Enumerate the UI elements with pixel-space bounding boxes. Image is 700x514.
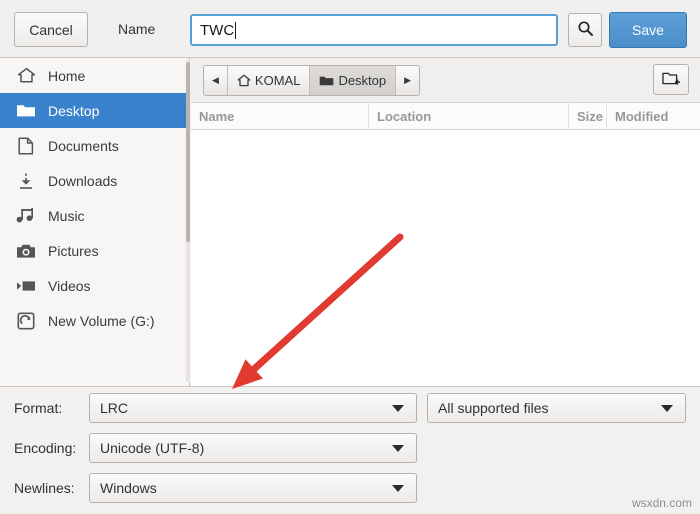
places-list: Home Desktop Documents Downloads Music Pictur…	[0, 58, 189, 338]
encoding-label: Encoding:	[14, 440, 77, 456]
filename-input[interactable]: TWC	[190, 14, 558, 46]
column-header-name[interactable]: Name	[191, 102, 369, 130]
newlines-label: Newlines:	[14, 480, 75, 496]
video-icon	[16, 277, 36, 295]
sidebar-item-label: Downloads	[48, 172, 118, 189]
cancel-button-label: Cancel	[29, 21, 73, 38]
encoding-select-value: Unicode (UTF-8)	[100, 440, 205, 456]
path-bar: ◀ KOMAL Desktop ▶	[191, 58, 700, 102]
sidebar-item-label: Home	[48, 67, 86, 84]
document-icon	[16, 136, 36, 155]
column-header-size[interactable]: Size	[569, 102, 607, 130]
newlines-select[interactable]: Windows	[89, 473, 417, 503]
home-icon	[16, 67, 36, 85]
format-label: Format:	[14, 400, 63, 416]
file-filter-value: All supported files	[438, 400, 549, 416]
breadcrumb-item-label: Desktop	[338, 73, 387, 88]
new-folder-icon	[661, 70, 681, 90]
sidebar-item-label: Pictures	[48, 242, 99, 259]
column-header-label: Size	[577, 108, 604, 124]
newlines-select-value: Windows	[100, 480, 157, 496]
download-icon	[16, 172, 36, 190]
filename-input-value: TWC	[200, 21, 235, 39]
sidebar-item-label: Music	[48, 207, 85, 224]
format-select-value: LRC	[100, 400, 129, 416]
sidebar-item-home[interactable]: Home	[0, 58, 189, 93]
dialog-header: Cancel Name TWC Save	[0, 0, 700, 58]
sidebar-item-downloads[interactable]: Downloads	[0, 163, 189, 198]
breadcrumb-item-label: KOMAL	[254, 73, 301, 88]
music-icon	[16, 207, 36, 225]
breadcrumb: ◀ KOMAL Desktop ▶	[203, 65, 421, 96]
breadcrumb-back-button[interactable]: ◀	[204, 66, 228, 95]
drive-icon	[16, 311, 36, 330]
chevron-down-icon	[661, 404, 673, 412]
sidebar-item-videos[interactable]: Videos	[0, 268, 189, 303]
column-header-label: Location	[377, 108, 432, 124]
file-list-column-headers: Name Location Size Modified	[191, 102, 700, 130]
save-file-dialog: Cancel Name TWC Save Home Desktop Document…	[0, 0, 700, 514]
encoding-select[interactable]: Unicode (UTF-8)	[89, 433, 417, 463]
home-icon	[237, 74, 251, 87]
sidebar-item-new-volume-g[interactable]: New Volume (G:)	[0, 303, 189, 338]
column-header-label: Name	[199, 108, 235, 124]
file-list[interactable]	[191, 130, 700, 386]
camera-icon	[16, 242, 36, 260]
folder-icon	[16, 102, 36, 120]
name-field-label: Name	[118, 21, 156, 37]
create-folder-button[interactable]	[653, 64, 689, 95]
breadcrumb-item-komal[interactable]: KOMAL	[228, 66, 311, 95]
column-header-modified[interactable]: Modified	[607, 102, 700, 130]
save-options-panel: Format: LRC All supported files Encoding…	[0, 386, 700, 514]
breadcrumb-forward-button[interactable]: ▶	[396, 66, 419, 95]
file-filter-select[interactable]: All supported files	[427, 393, 686, 423]
format-select[interactable]: LRC	[89, 393, 417, 423]
folder-icon	[319, 74, 334, 87]
column-header-label: Modified	[615, 108, 669, 124]
sidebar-item-label: New Volume (G:)	[48, 312, 155, 329]
sidebar-item-pictures[interactable]: Pictures	[0, 233, 189, 268]
sidebar-item-label: Desktop	[48, 102, 100, 119]
chevron-left-icon: ◀	[212, 75, 219, 85]
chevron-down-icon	[392, 484, 404, 492]
text-caret	[235, 21, 237, 39]
sidebar-item-music[interactable]: Music	[0, 198, 189, 233]
chevron-right-icon: ▶	[404, 75, 412, 85]
file-browser-pane: ◀ KOMAL Desktop ▶ Name Location Size Mod…	[191, 58, 700, 386]
places-sidebar: Home Desktop Documents Downloads Music Pictur…	[0, 58, 190, 386]
sidebar-item-label: Videos	[48, 277, 91, 294]
save-button-label: Save	[632, 22, 664, 38]
save-button[interactable]: Save	[609, 12, 687, 48]
chevron-down-icon	[392, 444, 404, 452]
search-button[interactable]	[568, 13, 602, 47]
sidebar-item-label: Documents	[48, 137, 119, 154]
sidebar-item-desktop[interactable]: Desktop	[0, 93, 189, 128]
sidebar-item-documents[interactable]: Documents	[0, 128, 189, 163]
sidebar-scrollbar-thumb[interactable]	[186, 62, 190, 242]
chevron-down-icon	[392, 404, 404, 412]
cancel-button[interactable]: Cancel	[14, 12, 88, 47]
watermark: wsxdn.com	[631, 496, 692, 510]
search-icon	[577, 20, 594, 40]
breadcrumb-item-desktop[interactable]: Desktop	[310, 66, 397, 95]
column-header-location[interactable]: Location	[369, 102, 569, 130]
